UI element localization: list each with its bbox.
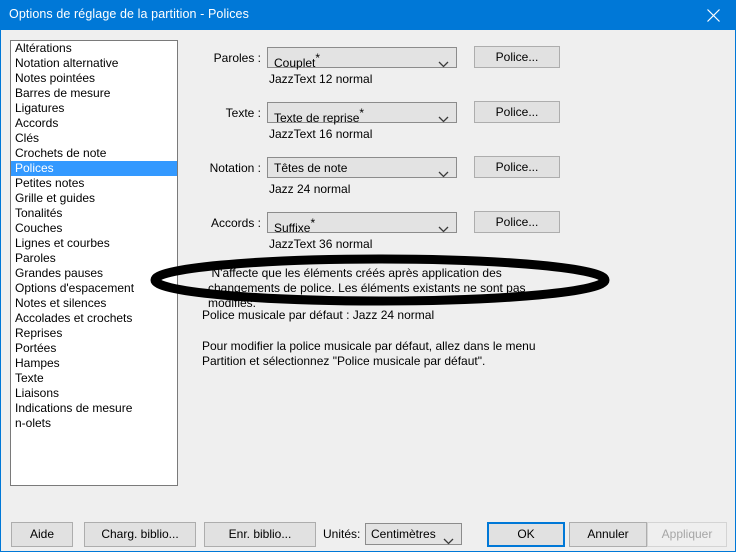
settings-dialog-window: Options de réglage de la partition - Pol…	[0, 0, 736, 552]
list-item[interactable]: Petites notes	[11, 176, 177, 191]
font-select[interactable]: Texte de reprise*	[267, 102, 457, 123]
choose-font-button[interactable]: Police...	[474, 156, 560, 178]
font-row-label: Texte :	[141, 106, 261, 120]
help-paragraph: Pour modifier la police musicale par déf…	[202, 339, 572, 369]
list-item[interactable]: Accolades et crochets	[11, 311, 177, 326]
list-item[interactable]: Grandes pauses	[11, 266, 177, 281]
list-item[interactable]: Notes et silences	[11, 296, 177, 311]
font-description: Jazz 24 normal	[269, 182, 350, 196]
units-label: Unités:	[323, 527, 360, 541]
list-item[interactable]: Barres de mesure	[11, 86, 177, 101]
font-description: JazzText 16 normal	[269, 127, 372, 141]
font-description: JazzText 36 normal	[269, 237, 372, 251]
window-title: Options de réglage de la partition - Pol…	[9, 7, 249, 21]
units-select[interactable]: Centimètres	[365, 523, 462, 545]
title-bar: Options de réglage de la partition - Pol…	[0, 0, 736, 30]
font-select-value-marker: *	[359, 106, 364, 120]
ok-button[interactable]: OK	[487, 522, 565, 547]
chevron-down-icon	[438, 165, 449, 183]
apply-button[interactable]: Appliquer	[647, 522, 727, 547]
default-music-font-label: Police musicale par défaut : Jazz 24 nor…	[202, 308, 434, 322]
footnote-body: N'affecte que les éléments créés après a…	[208, 266, 526, 310]
list-item[interactable]: Texte	[11, 371, 177, 386]
chevron-down-icon	[438, 110, 449, 128]
list-item[interactable]: Portées	[11, 341, 177, 356]
font-description: JazzText 12 normal	[269, 72, 372, 86]
font-select-value: Texte de reprise*	[274, 106, 364, 125]
units-select-value: Centimètres	[371, 527, 436, 541]
font-select-value: Suffixe*	[274, 216, 315, 235]
list-item[interactable]: Crochets de note	[11, 146, 177, 161]
font-select-value: Couplet*	[274, 51, 320, 70]
chevron-down-icon	[443, 532, 454, 550]
list-item[interactable]: Reprises	[11, 326, 177, 341]
choose-font-button[interactable]: Police...	[474, 101, 560, 123]
list-item[interactable]: Clés	[11, 131, 177, 146]
list-item[interactable]: n-olets	[11, 416, 177, 431]
chevron-down-icon	[438, 55, 449, 73]
list-item[interactable]: Paroles	[11, 251, 177, 266]
footnote-text: *N'affecte que les éléments créés après …	[208, 262, 568, 311]
font-row-label: Accords :	[141, 216, 261, 230]
list-item[interactable]: Indications de mesure	[11, 401, 177, 416]
font-row-label: Paroles :	[141, 51, 261, 65]
font-select-value-marker: *	[310, 216, 315, 230]
font-select[interactable]: Têtes de note	[267, 157, 457, 178]
chevron-down-icon	[438, 220, 449, 238]
font-select-value-marker: *	[315, 51, 320, 65]
cancel-button[interactable]: Annuler	[569, 522, 647, 547]
close-button[interactable]	[692, 0, 736, 30]
choose-font-button[interactable]: Police...	[474, 46, 560, 68]
font-select[interactable]: Suffixe*	[267, 212, 457, 233]
list-item[interactable]: Liaisons	[11, 386, 177, 401]
font-select-value: Têtes de note	[274, 161, 347, 175]
load-library-button[interactable]: Charg. biblio...	[84, 522, 196, 547]
list-item[interactable]: Lignes et courbes	[11, 236, 177, 251]
list-item[interactable]: Notes pointées	[11, 71, 177, 86]
list-item[interactable]: Grille et guides	[11, 191, 177, 206]
save-library-button[interactable]: Enr. biblio...	[204, 522, 316, 547]
font-select[interactable]: Couplet*	[267, 47, 457, 68]
choose-font-button[interactable]: Police...	[474, 211, 560, 233]
help-button[interactable]: Aide	[11, 522, 73, 547]
font-row-label: Notation :	[141, 161, 261, 175]
list-item[interactable]: Hampes	[11, 356, 177, 371]
list-item[interactable]: Options d'espacement	[11, 281, 177, 296]
